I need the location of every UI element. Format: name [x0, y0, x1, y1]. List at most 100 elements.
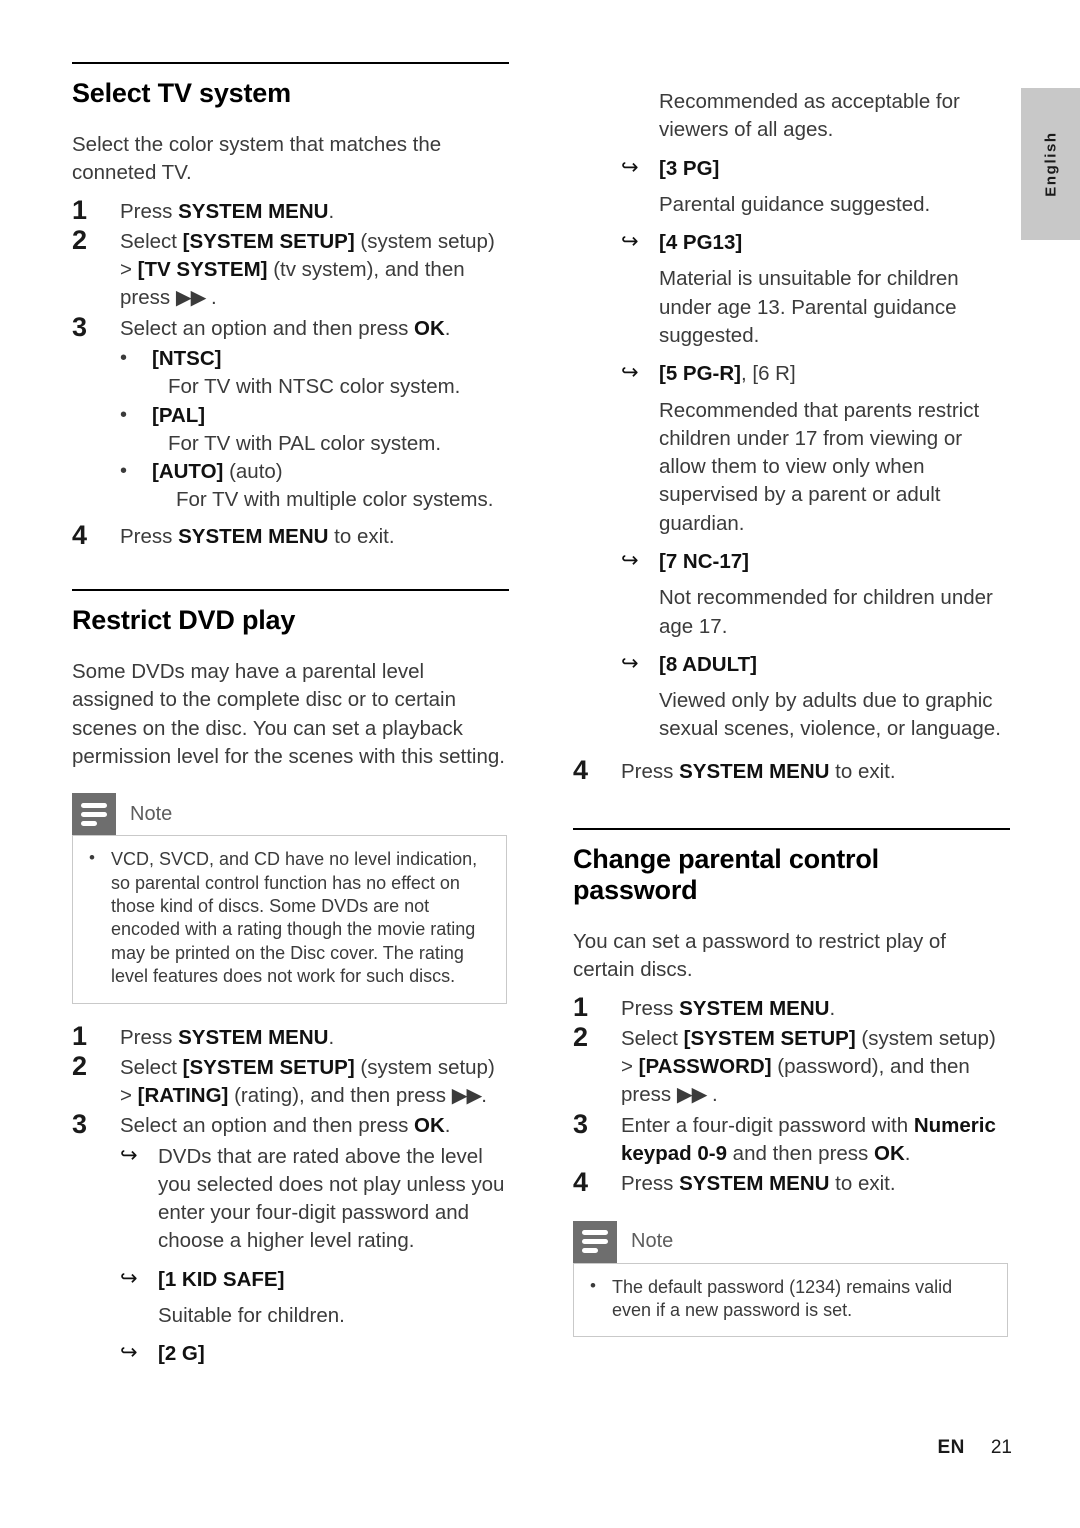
fast-forward-icon: ▶▶	[175, 286, 207, 310]
step-text-after: .	[444, 1114, 451, 1138]
step-number: 4	[573, 754, 589, 785]
option-label: [NTSC]	[152, 347, 222, 371]
step-1: 1 Press SYSTEM MENU.	[72, 195, 509, 226]
option-label: [PAL]	[152, 403, 206, 427]
right-column: Recommended as acceptable for viewers of…	[573, 62, 1010, 1367]
step-text-after: .	[444, 316, 451, 340]
note-bullet-text: VCD, SVCD, and CD have no level indicati…	[111, 849, 478, 987]
step-line2-after: (rating), and then press	[228, 1084, 452, 1108]
step-bold-term: SYSTEM MENU	[178, 524, 329, 548]
step-line1-after: (system setup)	[855, 1026, 996, 1050]
step-line2-before: >	[120, 1084, 138, 1108]
step-4: 4 Press SYSTEM MENU to exit.	[72, 520, 509, 551]
note-icon	[573, 1220, 617, 1263]
step-text-after: .	[328, 1025, 335, 1049]
bullet-dot-icon: •	[590, 1275, 596, 1295]
step-text-before: Press	[621, 996, 680, 1020]
option-auto: • [AUTO] (auto)	[72, 458, 509, 486]
rating-pg13: ↪ [4 PG13]	[573, 229, 1010, 257]
manual-page: English Select TV system Select the colo…	[0, 0, 1080, 1528]
hooked-arrow-icon: ↪	[621, 548, 639, 572]
rating-pg: ↪ [3 PG]	[573, 155, 1010, 183]
rating-adult: ↪ [8 ADULT]	[573, 651, 1010, 679]
step-4: 4 Press SYSTEM MENU to exit.	[573, 755, 1010, 786]
step-text-before: Enter a four-digit password with	[621, 1113, 914, 1137]
step-line2-end: .	[481, 1084, 487, 1108]
option-pal: • [PAL]	[72, 402, 509, 430]
rating-adult-description: Viewed only by adults due to graphic sex…	[659, 689, 1001, 741]
step-line1-before: Select	[120, 1055, 183, 1079]
note-body: • VCD, SVCD, and CD have no level indica…	[72, 835, 507, 1004]
section-rule	[72, 588, 509, 591]
bullet-dot-icon: •	[120, 403, 128, 426]
step-line3-before: press	[621, 1083, 677, 1107]
hooked-arrow-icon: ↪	[621, 155, 639, 179]
step-2: 2 Select [SYSTEM SETUP] (system setup) >…	[72, 225, 509, 313]
step-bold-term: SYSTEM MENU	[679, 996, 830, 1020]
step-text-after: .	[904, 1141, 911, 1165]
section-change-password: Change parental control password You can…	[573, 827, 1010, 1338]
rating-kid-safe-description: Suitable for children.	[158, 1304, 345, 1328]
result-note-text: DVDs that are rated above the level you …	[158, 1144, 505, 1253]
step-text-before: Select an option and then press	[120, 316, 415, 340]
note-header: Note	[72, 793, 507, 836]
step-text-after: to exit.	[829, 759, 896, 783]
step-2: 2 Select [SYSTEM SETUP] (system setup) >…	[573, 1022, 1010, 1110]
step-3: 3 Enter a four-digit password with Numer…	[573, 1109, 1010, 1169]
intro-paragraph: Some DVDs may have a parental level assi…	[72, 660, 505, 768]
step-bold-term: SYSTEM MENU	[679, 759, 830, 783]
step-bold-term: SYSTEM MENU	[679, 1172, 830, 1196]
language-tab: English	[1021, 88, 1080, 240]
step-number: 1	[573, 991, 589, 1022]
note-bullet: • The default password (1234) remains va…	[588, 1276, 993, 1323]
note-bullet-text: The default password (1234) remains vali…	[612, 1276, 953, 1320]
note-box-password: Note • The default password (1234) remai…	[573, 1220, 1008, 1338]
rating-kid-safe: ↪ [1 KID SAFE]	[72, 1266, 509, 1294]
page-title-select-tv-system: Select TV system	[72, 78, 291, 108]
step-line1-after: (system setup)	[354, 1055, 495, 1079]
option-ntsc: • [NTSC]	[72, 345, 509, 373]
left-column: Select TV system Select the color system…	[72, 62, 509, 1399]
step-3: 3 Select an option and then press OK.	[72, 312, 509, 343]
step-text-after: .	[328, 199, 335, 223]
step-text-after: to exit.	[829, 1172, 896, 1196]
option-auto-description: For TV with multiple color systems.	[176, 488, 494, 512]
section-rule	[573, 827, 1010, 830]
step-line1-after: (system setup)	[354, 229, 495, 253]
language-tab-label: English	[1042, 131, 1059, 197]
rating-label: [8 ADULT]	[659, 652, 757, 676]
menu-item-system-setup: [SYSTEM SETUP]	[182, 229, 355, 253]
step-number: 4	[573, 1167, 589, 1198]
page-title-restrict-dvd-play: Restrict DVD play	[72, 604, 296, 635]
note-title: Note	[130, 802, 173, 825]
section-rule	[72, 62, 509, 64]
note-title: Note	[631, 1230, 674, 1253]
step-3: 3 Select an option and then press OK.	[72, 1109, 509, 1140]
step-number: 1	[72, 1020, 88, 1051]
rating-g: ↪ [2 G]	[72, 1340, 509, 1368]
hooked-arrow-icon: ↪	[621, 651, 639, 675]
menu-item-password: [PASSWORD]	[638, 1055, 772, 1079]
step-4: 4 Press SYSTEM MENU to exit.	[573, 1167, 1010, 1198]
step-text-mid: and then press	[726, 1141, 874, 1165]
step-line3-after: .	[205, 286, 217, 310]
step-2: 2 Select [SYSTEM SETUP] (system setup) >…	[72, 1051, 509, 1111]
menu-item-system-setup: [SYSTEM SETUP]	[683, 1026, 856, 1050]
fast-forward-icon: ▶▶	[676, 1083, 708, 1107]
step-number: 3	[72, 1109, 88, 1140]
rating-label-suffix: , [6 R]	[741, 362, 796, 386]
intro-paragraph: You can set a password to restrict play …	[573, 930, 946, 982]
step-line2-before: >	[621, 1055, 639, 1079]
step-text-before: Press	[120, 199, 179, 223]
step-text-before: Press	[120, 1025, 179, 1049]
fast-forward-icon: ▶▶	[451, 1084, 483, 1108]
note-icon	[72, 793, 116, 836]
option-label: [AUTO]	[152, 460, 224, 484]
bullet-dot-icon: •	[89, 848, 95, 868]
step-line3-after: .	[706, 1083, 718, 1107]
section-select-tv-system: Select TV system Select the color system…	[72, 62, 509, 551]
menu-item-tv-system: [TV SYSTEM]	[137, 258, 268, 282]
hooked-arrow-icon: ↪	[621, 361, 639, 385]
button-ok: OK	[414, 1114, 445, 1138]
step-number: 2	[72, 224, 88, 255]
